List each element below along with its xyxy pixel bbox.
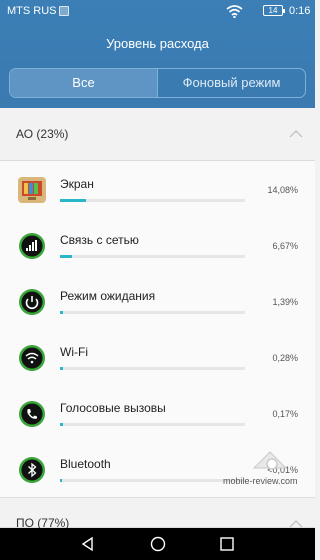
usage-bar-fill <box>60 423 63 426</box>
list-item[interactable]: Связь с сетью 6,67% <box>0 217 315 273</box>
usage-bar <box>60 367 245 370</box>
list-item[interactable]: Экран 14,08% <box>0 161 315 217</box>
item-label: Режим ожидания <box>60 289 156 303</box>
recent-apps-icon[interactable] <box>219 536 235 552</box>
item-label: Wi-Fi <box>60 345 88 359</box>
usage-bar-fill <box>60 199 86 202</box>
wifi-signal-icon <box>226 5 243 18</box>
chevron-up-icon[interactable] <box>289 130 303 138</box>
power-icon <box>19 289 45 315</box>
chevron-up-icon[interactable] <box>289 520 303 528</box>
section-hardware[interactable]: АО (23%) <box>0 108 315 161</box>
item-label: Связь с сетью <box>60 233 139 247</box>
usage-bar-fill <box>60 255 72 258</box>
battery-icon: 14 <box>263 5 285 16</box>
tab-background[interactable]: Фоновый режим <box>157 69 305 97</box>
list-item[interactable]: Голосовые вызовы 0,17% <box>0 385 315 441</box>
item-percent: 0,28% <box>272 353 298 363</box>
usage-bar-fill <box>60 367 63 370</box>
wifi-icon <box>19 345 45 371</box>
usage-list: Экран 14,08% Связь с сетью 6,67% Режим ожида… <box>0 161 315 497</box>
section-software[interactable]: ПО (77%) <box>0 497 315 530</box>
item-percent: 0,17% <box>272 409 298 419</box>
usage-bar <box>60 479 245 482</box>
sim-icon <box>59 6 69 16</box>
home-icon[interactable] <box>150 536 166 552</box>
page-title: Уровень расхода <box>106 36 209 51</box>
item-label: Экран <box>60 177 94 191</box>
usage-bar <box>60 199 245 202</box>
usage-bar <box>60 255 245 258</box>
usage-bar <box>60 311 245 314</box>
usage-bar-fill <box>60 479 62 482</box>
list-item[interactable]: Режим ожидания 1,39% <box>0 273 315 329</box>
clock: 0:16 <box>289 5 311 17</box>
header: MTS RUS 14 0:16 Уровень расхода Все Фоно… <box>0 0 315 108</box>
status-bar: MTS RUS 14 0:16 <box>0 0 315 24</box>
signal-icon <box>19 233 45 259</box>
item-label: Bluetooth <box>60 457 111 471</box>
tab-all[interactable]: Все <box>10 69 157 97</box>
back-icon[interactable] <box>80 536 96 552</box>
screen-icon <box>18 177 46 203</box>
watermark-logo <box>252 451 288 470</box>
carrier-name: MTS RUS <box>7 5 57 17</box>
list-item[interactable]: Wi-Fi 0,28% <box>0 329 315 385</box>
section-label: АО (23%) <box>16 127 69 141</box>
item-percent: 6,67% <box>272 241 298 251</box>
item-label: Голосовые вызовы <box>60 401 166 415</box>
usage-bar <box>60 423 245 426</box>
item-percent: 14,08% <box>267 185 298 195</box>
usage-bar-fill <box>60 311 63 314</box>
watermark-text: mobile-review.com <box>223 476 298 486</box>
phone-icon <box>19 401 45 427</box>
navigation-bar <box>0 528 315 560</box>
bluetooth-icon <box>19 457 45 483</box>
tab-bar: Все Фоновый режим <box>9 68 306 98</box>
item-percent: 1,39% <box>272 297 298 307</box>
